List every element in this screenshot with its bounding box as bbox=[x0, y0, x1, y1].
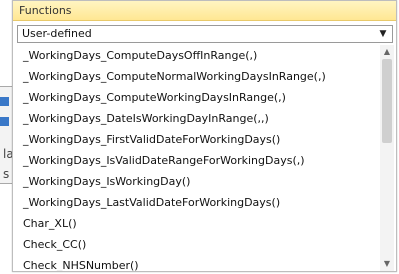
toolbar-icon bbox=[0, 117, 9, 126]
screen: la s Functions User-defined ▼ _WorkingDa… bbox=[0, 0, 399, 274]
function-list[interactable]: _WorkingDays_ComputeDaysOffInRange(,) _W… bbox=[17, 45, 393, 271]
list-item[interactable]: _WorkingDays_ComputeNormalWorkingDaysInR… bbox=[17, 66, 375, 87]
list-item[interactable]: _WorkingDays_ComputeWorkingDaysInRange(,… bbox=[17, 87, 375, 108]
functions-panel: Functions User-defined ▼ _WorkingDays_Co… bbox=[12, 0, 397, 272]
list-item[interactable]: _WorkingDays_DateIsWorkingDayInRange(,,) bbox=[17, 108, 375, 129]
scrollbar-thumb[interactable] bbox=[382, 59, 392, 143]
panel-header: Functions bbox=[13, 1, 396, 21]
list-item[interactable]: _WorkingDays_IsWorkingDay() bbox=[17, 171, 375, 192]
toolbar-icon bbox=[0, 97, 9, 106]
scroll-down-icon[interactable]: ▼ bbox=[380, 257, 394, 271]
list-item[interactable]: _WorkingDays_IsValidDateRangeForWorkingD… bbox=[17, 150, 375, 171]
list-item[interactable]: Char_XL() bbox=[17, 213, 375, 234]
category-dropdown[interactable]: User-defined ▼ bbox=[17, 25, 393, 43]
category-selected-value: User-defined bbox=[22, 27, 92, 40]
list-scrollbar[interactable]: ▲ ▼ bbox=[380, 45, 394, 271]
list-item[interactable]: _WorkingDays_LastValidDateForWorkingDays… bbox=[17, 192, 375, 213]
background-label-fragment: s bbox=[3, 167, 10, 181]
chevron-down-icon[interactable]: ▼ bbox=[377, 26, 389, 42]
list-item[interactable]: _WorkingDays_ComputeDaysOffInRange(,) bbox=[17, 45, 375, 66]
scroll-up-icon[interactable]: ▲ bbox=[380, 45, 394, 59]
list-item[interactable]: Check_CC() bbox=[17, 234, 375, 255]
list-item[interactable]: _WorkingDays_FirstValidDateForWorkingDay… bbox=[17, 129, 375, 150]
list-item[interactable]: Check_NHSNumber() bbox=[17, 255, 375, 271]
